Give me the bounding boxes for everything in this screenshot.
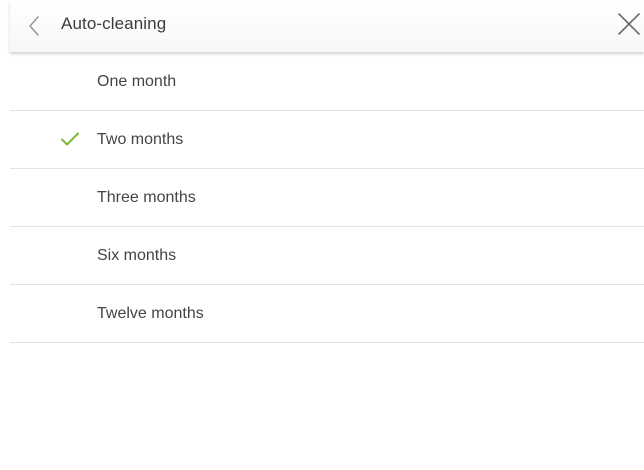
interval-option-list: One month Two months Three months Six mo…: [10, 53, 644, 343]
header-bar: Auto-cleaning: [10, 0, 644, 52]
close-icon: [618, 13, 640, 35]
option-twelve-months[interactable]: Twelve months: [10, 285, 644, 343]
chevron-left-icon: [29, 16, 39, 36]
checkmark-icon: [60, 131, 80, 147]
option-three-months[interactable]: Three months: [10, 169, 644, 227]
option-label: Three months: [97, 189, 196, 206]
option-two-months[interactable]: Two months: [10, 111, 644, 169]
option-six-months[interactable]: Six months: [10, 227, 644, 285]
option-label: One month: [97, 73, 177, 90]
back-button[interactable]: [20, 11, 50, 41]
close-button[interactable]: [614, 9, 644, 39]
page-title: Auto-cleaning: [61, 14, 167, 33]
auto-cleaning-screen: Auto-cleaning One month Two months Three…: [0, 0, 644, 470]
option-label: Two months: [97, 131, 184, 148]
option-label: Twelve months: [97, 305, 204, 322]
option-label: Six months: [97, 247, 177, 264]
option-one-month[interactable]: One month: [10, 53, 644, 111]
